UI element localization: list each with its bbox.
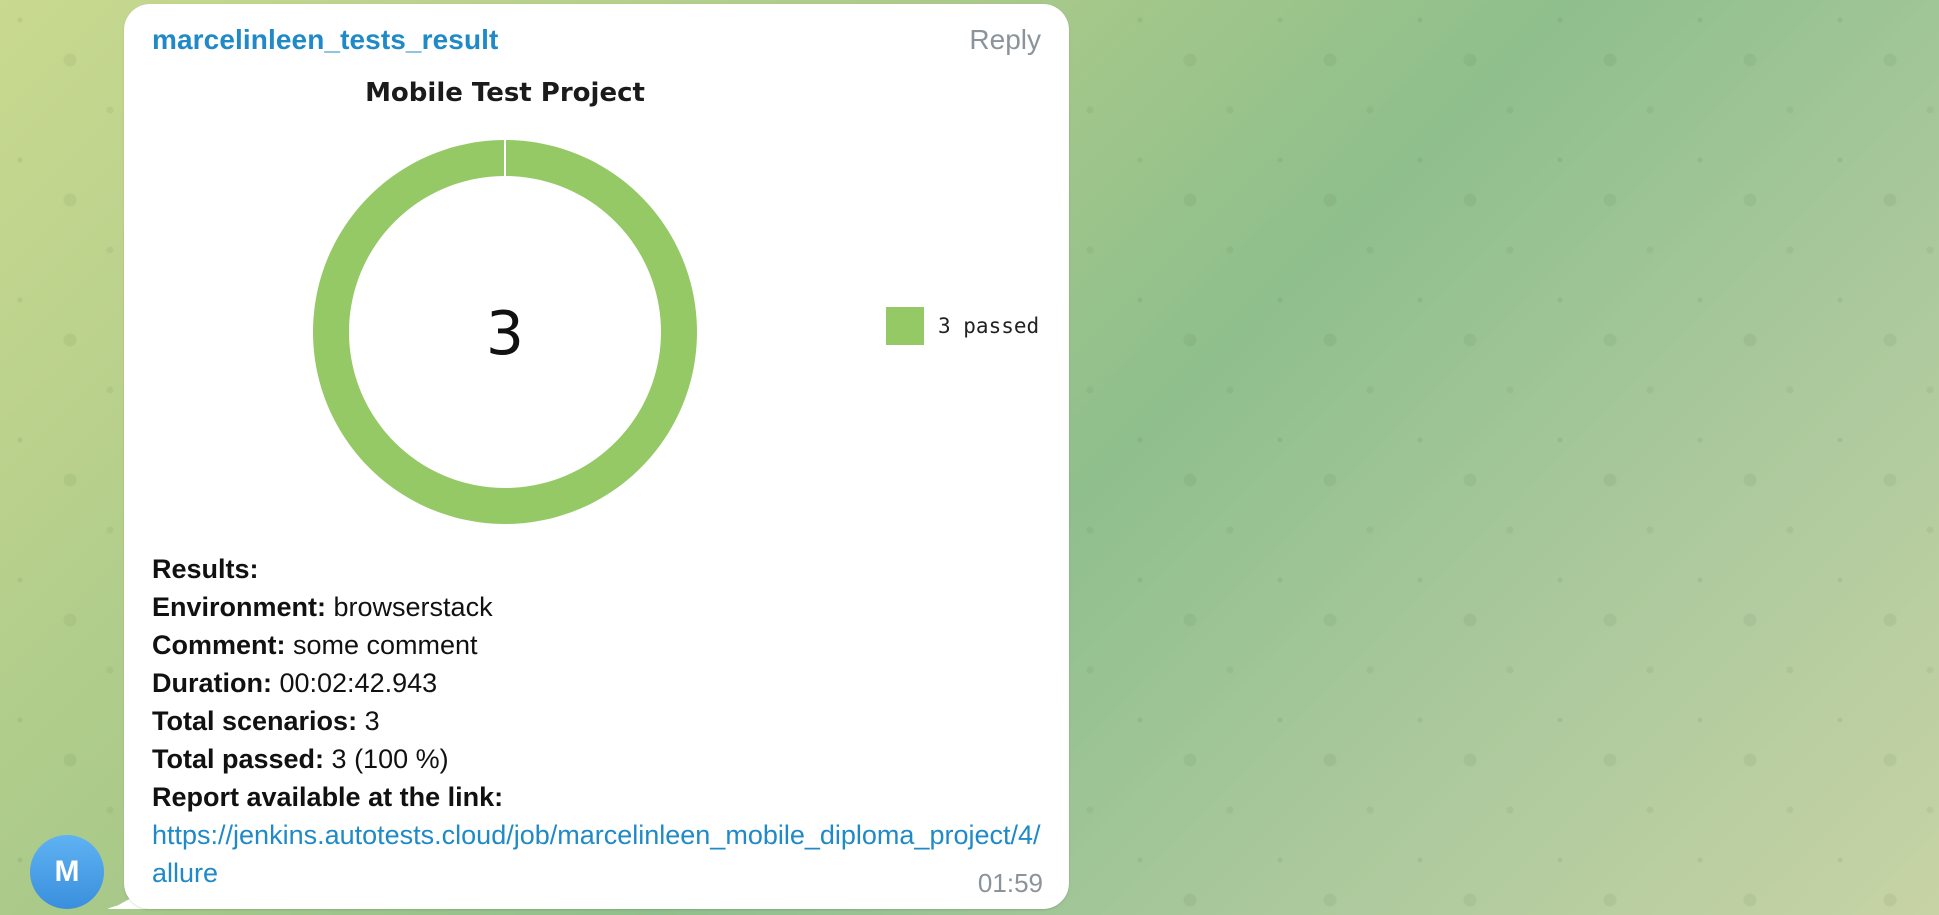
- result-row-duration: Duration: 00:02:42.943: [152, 668, 438, 698]
- result-row-total-scenarios: Total scenarios: 3: [152, 706, 380, 736]
- report-link-row: https://jenkins.autotests.cloud/job/marc…: [152, 816, 1047, 892]
- legend-swatch: [886, 307, 924, 345]
- chart-legend: 3 passed: [886, 307, 1039, 345]
- results-text: Results: Environment: browserstack Comme…: [152, 550, 1047, 892]
- report-link[interactable]: https://jenkins.autotests.cloud/job/marc…: [152, 820, 1041, 888]
- result-row-total-passed: Total passed: 3 (100 %): [152, 744, 449, 774]
- message-time: 01:59: [977, 868, 1043, 898]
- results-heading: Results:: [152, 554, 259, 584]
- reply-button[interactable]: Reply: [969, 24, 1041, 56]
- report-link-label: Report available at the link:: [152, 782, 504, 812]
- result-row-environment: Environment: browserstack: [152, 592, 493, 622]
- result-row-comment: Comment: some comment: [152, 630, 478, 660]
- donut-chart[interactable]: Mobile Test Project 3 3 passed: [124, 64, 1069, 544]
- avatar-letter: M: [54, 855, 80, 888]
- message-bubble[interactable]: marcelinleen_tests_result Reply Mobile T…: [124, 4, 1069, 909]
- sender-avatar[interactable]: M: [30, 835, 104, 909]
- legend-label: 3 passed: [938, 314, 1040, 338]
- sender-name[interactable]: marcelinleen_tests_result: [152, 24, 498, 56]
- donut-center-label: 3: [486, 299, 524, 369]
- donut-svg: 3: [312, 140, 697, 524]
